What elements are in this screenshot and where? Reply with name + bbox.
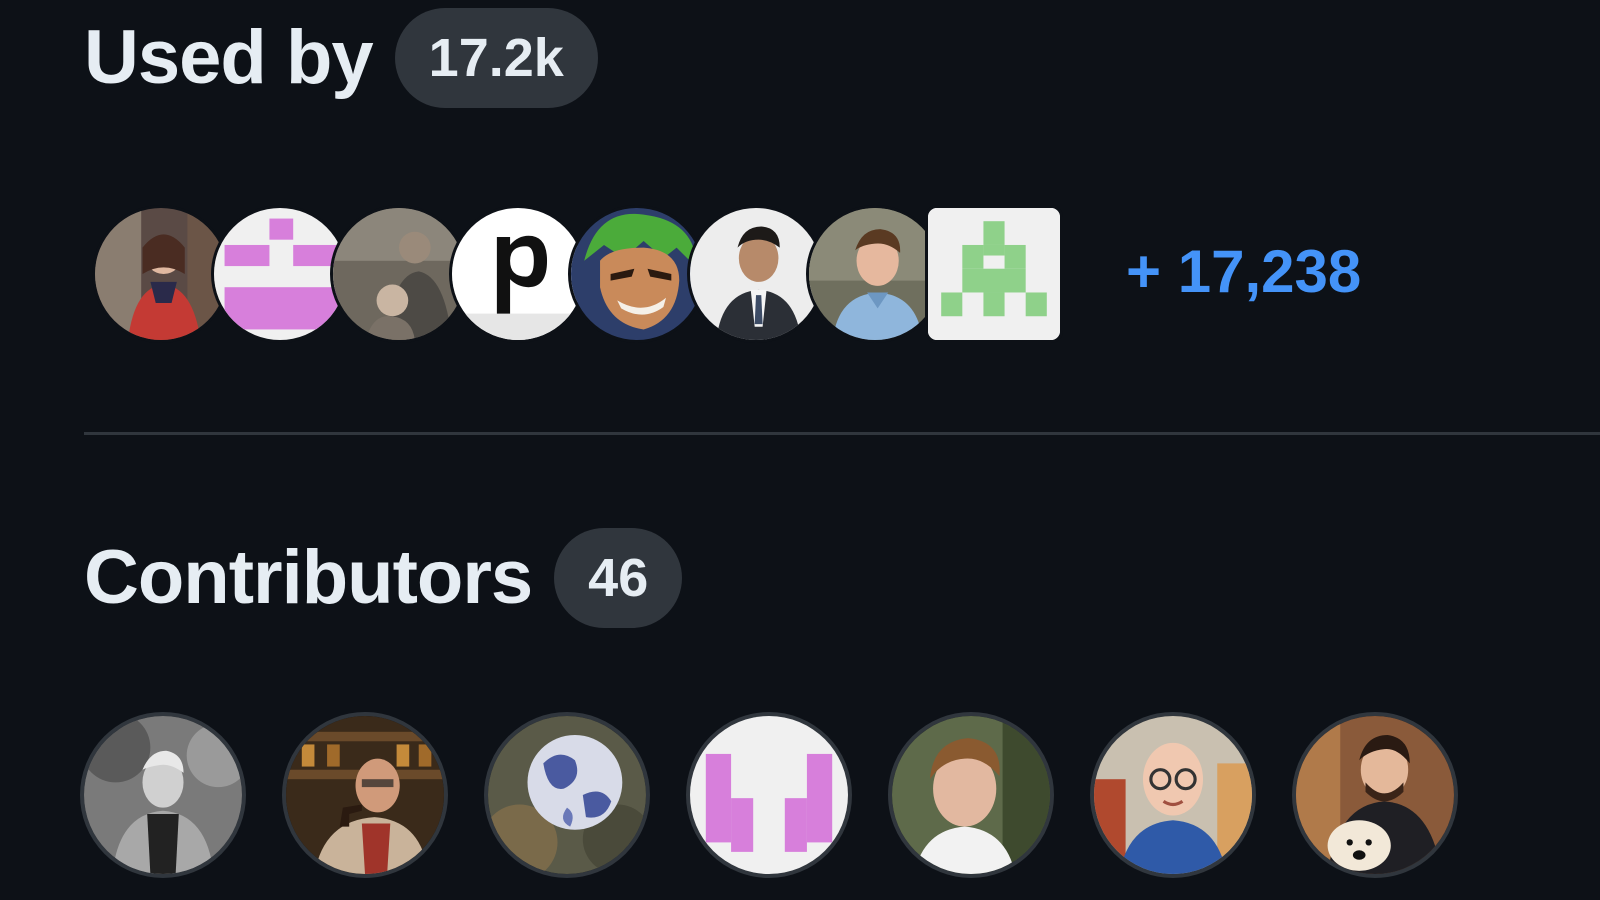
user-avatar-photo-icon — [333, 208, 465, 340]
user-avatar-photo-icon — [84, 716, 242, 874]
identicon-green-icon — [928, 208, 1060, 340]
used-by-heading: Used by 17.2k — [84, 8, 598, 108]
used-by-more-link[interactable]: + 17,238 — [1126, 232, 1361, 312]
user-avatar-photo-icon — [1296, 716, 1454, 874]
section-divider — [84, 432, 1600, 435]
contributors-link[interactable]: Contributors — [84, 528, 533, 628]
used-by-link[interactable]: Used by — [84, 8, 374, 108]
contributor-avatar-3[interactable] — [484, 712, 650, 878]
identicon-pink-icon — [690, 716, 848, 874]
user-avatar-photo-icon — [892, 716, 1050, 874]
contributor-avatar-4[interactable] — [686, 712, 852, 878]
used-by-avatar-2[interactable] — [211, 205, 349, 343]
user-avatar-photo-icon — [286, 716, 444, 874]
used-by-counter: 17.2k — [394, 8, 598, 108]
used-by-avatar-6[interactable] — [687, 205, 825, 343]
contributors-avatar-list — [80, 712, 1458, 878]
used-by-avatar-3[interactable] — [330, 205, 468, 343]
letter-p-avatar-icon — [452, 208, 584, 340]
globe-avatar-icon — [488, 716, 646, 874]
identicon-pink-icon — [214, 208, 346, 340]
used-by-avatar-5[interactable] — [568, 205, 706, 343]
contributor-avatar-6[interactable] — [1090, 712, 1256, 878]
used-by-avatar-list — [92, 203, 1063, 345]
contributor-avatar-5[interactable] — [888, 712, 1054, 878]
contributor-avatar-2[interactable] — [282, 712, 448, 878]
used-by-avatar-1[interactable] — [92, 205, 230, 343]
user-avatar-photo-icon — [809, 208, 941, 340]
used-by-avatar-8[interactable] — [925, 205, 1063, 343]
user-avatar-photo-icon — [690, 208, 822, 340]
contributor-avatar-1[interactable] — [80, 712, 246, 878]
used-by-avatar-7[interactable] — [806, 205, 944, 343]
used-by-avatar-4[interactable] — [449, 205, 587, 343]
contributor-avatar-7[interactable] — [1292, 712, 1458, 878]
contributors-heading: Contributors 46 — [84, 528, 683, 628]
green-hair-character-avatar-icon — [571, 208, 703, 340]
page: Used by 17.2k + 17,238 Contributors 46 — [0, 0, 1600, 900]
user-avatar-photo-icon — [95, 208, 227, 340]
contributors-counter: 46 — [554, 528, 683, 628]
user-avatar-photo-icon — [1094, 716, 1252, 874]
